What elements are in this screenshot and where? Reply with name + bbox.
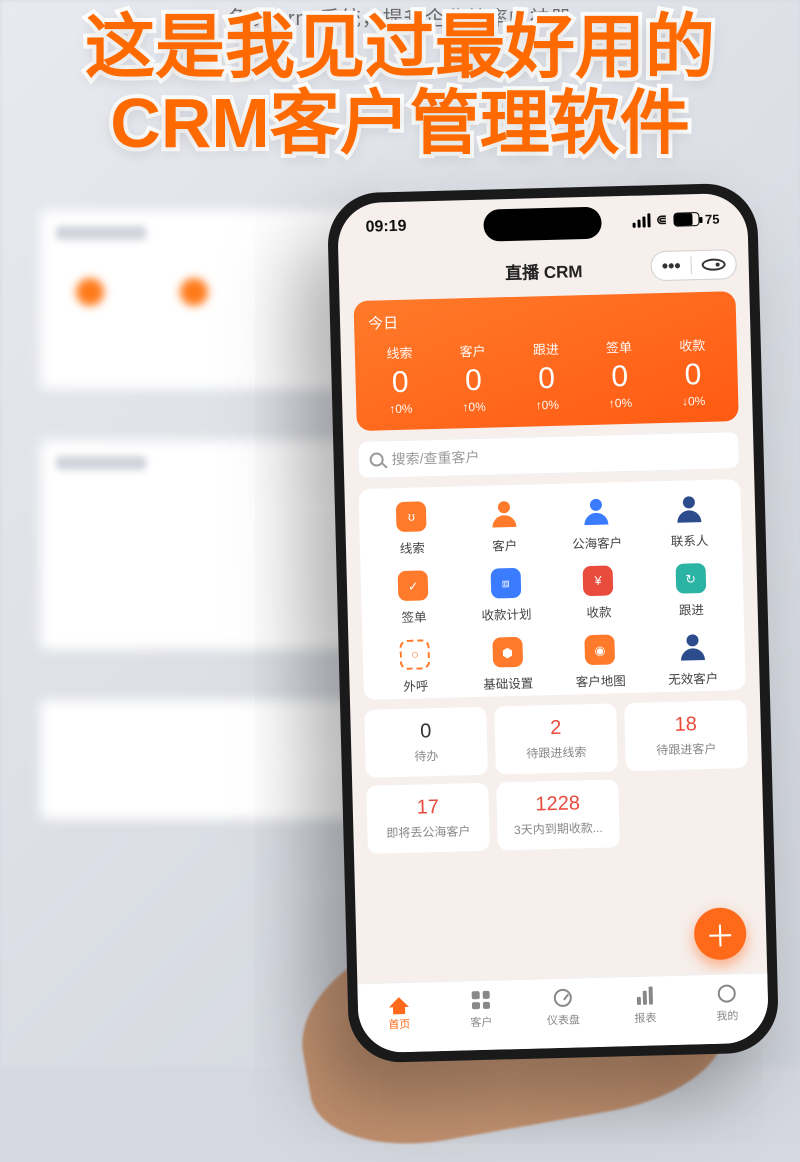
grid-icon <box>673 494 704 525</box>
app-header: 直播 CRM ••• <box>338 243 749 298</box>
grid-icon <box>581 496 612 527</box>
grid-icon: ʊ <box>396 501 427 532</box>
grid-item-基础设置[interactable]: ⬢基础设置 <box>461 636 555 693</box>
phone-screen: 09:19 ⋐ 75 直播 CRM ••• 今日 线索0↑0%客户0↑0%跟进0… <box>337 193 769 1053</box>
tile-3[interactable]: 17即将丢公海客户 <box>366 783 490 854</box>
grid-item-客户地图[interactable]: ◉客户地图 <box>553 634 647 691</box>
grid4-icon <box>470 989 493 1012</box>
home-icon <box>388 991 411 1014</box>
gauge-icon <box>552 987 575 1010</box>
grid-icon: ○ <box>400 639 431 670</box>
app-grid-card: ʊ线索客户公海客户联系人 ✓签单⧈收款计划¥收款↻跟进 ○外呼⬢基础设置◉客户地图无… <box>358 479 745 700</box>
search-icon <box>369 452 383 466</box>
fab-add-button[interactable]: ＋ <box>694 907 747 960</box>
grid-item-跟进[interactable]: ↻跟进 <box>644 562 738 619</box>
grid-icon: ↻ <box>675 563 706 594</box>
grid-item-客户[interactable]: 客户 <box>457 498 551 555</box>
grid-item-收款计划[interactable]: ⧈收款计划 <box>459 567 553 624</box>
grid-item-签单[interactable]: ✓签单 <box>367 569 461 626</box>
tile-4[interactable]: 12283天内到期收款... <box>496 779 620 850</box>
grid-icon: ⬢ <box>492 637 523 668</box>
grid-icon <box>488 499 519 530</box>
grid-icon: ¥ <box>583 565 614 596</box>
notch <box>483 207 602 242</box>
stat-tiles: 0待办2待跟进线索18待跟进客户 17即将丢公海客户12283天内到期收款... <box>364 700 750 854</box>
grid-item-无效客户[interactable]: 无效客户 <box>646 631 740 688</box>
top-caption: 免费 crm 系统，提升企业效率的神器 <box>0 2 800 31</box>
grid-item-联系人[interactable]: 联系人 <box>642 493 736 550</box>
grid-icon: ◉ <box>585 634 616 665</box>
app-title: 直播 CRM <box>505 257 583 284</box>
nav-仪表盘[interactable]: 仪表盘 <box>521 978 605 1041</box>
grid-item-线索[interactable]: ʊ线索 <box>365 500 459 557</box>
status-time: 09:19 <box>365 218 406 237</box>
grid-item-外呼[interactable]: ○外呼 <box>368 638 462 695</box>
nav-我的[interactable]: 我的 <box>685 974 769 1037</box>
bottom-nav: 首页客户仪表盘报表我的 <box>357 973 769 1054</box>
phone-frame: 09:19 ⋐ 75 直播 CRM ••• 今日 线索0↑0%客户0↑0%跟进0… <box>327 183 780 1064</box>
nav-客户[interactable]: 客户 <box>439 980 523 1043</box>
face-icon <box>715 982 738 1005</box>
nav-报表[interactable]: 报表 <box>603 976 687 1039</box>
signal-icon <box>632 213 650 227</box>
miniprogram-controls: ••• <box>650 249 737 281</box>
grid-icon: ⧈ <box>490 568 521 599</box>
today-col-3[interactable]: 签单0↑0% <box>582 336 657 411</box>
wifi-icon: ⋐ <box>656 212 667 228</box>
today-col-1[interactable]: 客户0↑0% <box>436 340 511 415</box>
today-col-0[interactable]: 线索0↑0% <box>363 342 438 417</box>
today-card: 今日 线索0↑0%客户0↑0%跟进0↑0%签单0↑0%收款0↓0% <box>354 291 739 431</box>
grid-item-公海客户[interactable]: 公海客户 <box>550 496 644 553</box>
tile-2[interactable]: 18待跟进客户 <box>624 700 748 771</box>
grid-icon <box>677 632 708 663</box>
battery-pct: 75 <box>705 211 720 226</box>
search-input[interactable]: 搜索/查重客户 <box>357 431 740 479</box>
grid-item-收款[interactable]: ¥收款 <box>552 565 646 622</box>
nav-首页[interactable]: 首页 <box>357 982 441 1045</box>
today-col-4[interactable]: 收款0↓0% <box>655 334 730 409</box>
more-button[interactable]: ••• <box>651 251 691 280</box>
today-col-2[interactable]: 跟进0↑0% <box>509 338 584 413</box>
battery-icon <box>673 212 699 227</box>
close-button[interactable] <box>691 250 736 279</box>
bars-icon <box>634 984 657 1007</box>
grid-icon: ✓ <box>398 570 429 601</box>
tile-0[interactable]: 0待办 <box>364 707 488 778</box>
search-placeholder: 搜索/查重客户 <box>391 447 479 469</box>
tile-1[interactable]: 2待跟进线索 <box>494 703 618 774</box>
